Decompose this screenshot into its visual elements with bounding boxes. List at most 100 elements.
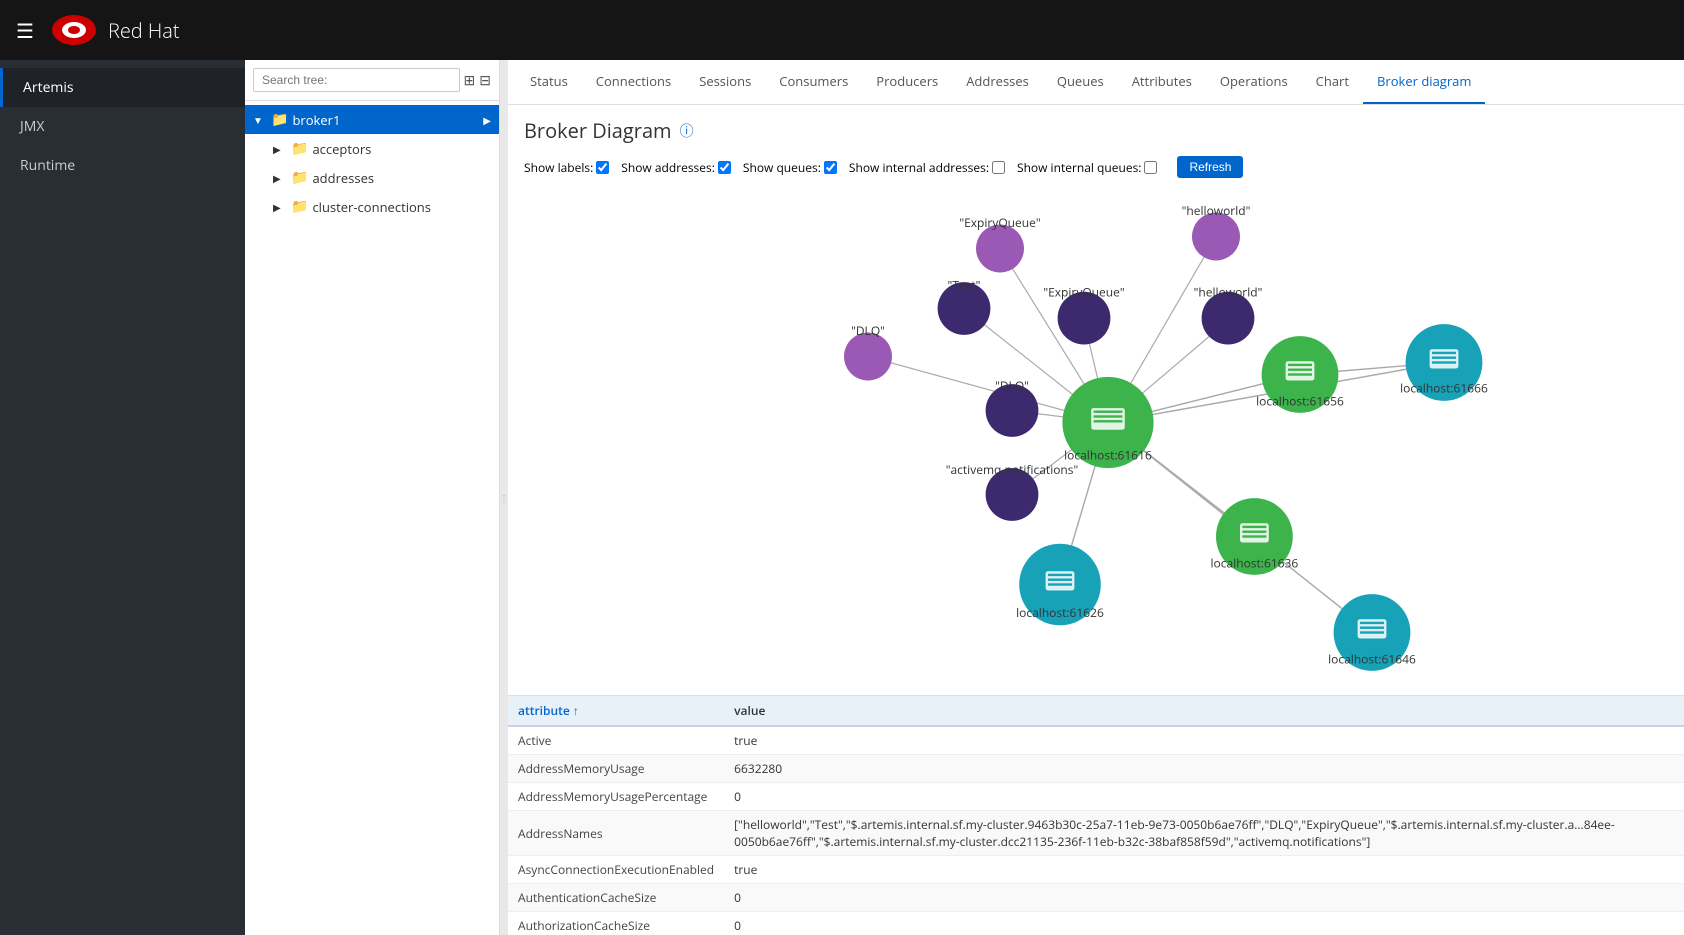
svg-text:localhost:61646: localhost:61646 bbox=[1328, 651, 1416, 668]
tree-arrow-addresses: ▶ bbox=[273, 171, 287, 185]
tree-node-addresses[interactable]: ▶ 📁 addresses bbox=[245, 163, 499, 192]
svg-text:"ExpiryQueue": "ExpiryQueue" bbox=[1043, 284, 1124, 301]
table-row: Activetrue bbox=[508, 726, 1684, 755]
table-row: AsyncConnectionExecutionEnabledtrue bbox=[508, 856, 1684, 884]
tree-label-cluster: cluster-connections bbox=[312, 198, 431, 216]
svg-text:"ExpiryQueue": "ExpiryQueue" bbox=[959, 214, 1040, 231]
tree-label-acceptors: acceptors bbox=[312, 140, 371, 158]
sidebar-item-jmx[interactable]: JMX bbox=[0, 107, 245, 146]
tree-panel: ⊞ ⊟ ▼ 📁 broker1 ▶ ▶ 📁 acceptors ▶ 📁 bbox=[245, 60, 500, 935]
tab-broker-diagram[interactable]: Broker diagram bbox=[1363, 60, 1485, 104]
show-internal-queues-checkbox[interactable] bbox=[1144, 161, 1157, 174]
sidebar: Artemis JMX Runtime bbox=[0, 60, 245, 935]
show-internal-queues-label: Show internal queues: bbox=[1017, 159, 1157, 176]
tab-addresses[interactable]: Addresses bbox=[952, 60, 1043, 104]
cell-attribute: Active bbox=[508, 726, 724, 755]
show-labels-label: Show labels: bbox=[524, 159, 609, 176]
broker-diagram-svg: "ExpiryQueue" "helloworld" "Test" "Expir… bbox=[508, 186, 1684, 695]
table-row: AuthorizationCacheSize0 bbox=[508, 912, 1684, 935]
tree-arrow-broker1: ▼ bbox=[253, 113, 267, 127]
tree-content: ▼ 📁 broker1 ▶ ▶ 📁 acceptors ▶ 📁 addresse… bbox=[245, 101, 499, 935]
tree-resizer[interactable]: ⋮ bbox=[500, 60, 508, 935]
search-input[interactable] bbox=[253, 68, 460, 92]
tab-sessions[interactable]: Sessions bbox=[685, 60, 765, 104]
diagram-header: Broker Diagram ⓘ bbox=[508, 105, 1684, 152]
svg-text:localhost:61616: localhost:61616 bbox=[1064, 447, 1152, 464]
cell-attribute: AuthenticationCacheSize bbox=[508, 884, 724, 912]
diagram-title: Broker Diagram bbox=[524, 117, 672, 144]
redhat-logo-icon bbox=[50, 12, 98, 48]
tab-producers[interactable]: Producers bbox=[862, 60, 952, 104]
svg-text:localhost:61656: localhost:61656 bbox=[1256, 393, 1344, 410]
svg-text:"helloworld": "helloworld" bbox=[1182, 202, 1251, 219]
tab-chart[interactable]: Chart bbox=[1302, 60, 1363, 104]
tab-attributes[interactable]: Attributes bbox=[1118, 60, 1206, 104]
tab-status[interactable]: Status bbox=[516, 60, 582, 104]
tree-arrow-acceptors: ▶ bbox=[273, 142, 287, 156]
tab-queues[interactable]: Queues bbox=[1043, 60, 1118, 104]
table-row: AuthenticationCacheSize0 bbox=[508, 884, 1684, 912]
diagram-svg-area: "ExpiryQueue" "helloworld" "Test" "Expir… bbox=[508, 186, 1684, 695]
tree-search-bar: ⊞ ⊟ bbox=[245, 60, 499, 101]
cell-value: 0 bbox=[724, 884, 1684, 912]
cell-value: ["helloworld","Test","$.artemis.internal… bbox=[724, 811, 1684, 856]
folder-icon-cluster: 📁 bbox=[291, 197, 308, 216]
tab-operations[interactable]: Operations bbox=[1206, 60, 1302, 104]
cell-value: 0 bbox=[724, 912, 1684, 935]
show-internal-addresses-checkbox[interactable] bbox=[992, 161, 1005, 174]
cell-attribute: AddressMemoryUsagePercentage bbox=[508, 783, 724, 811]
hamburger-menu[interactable]: ☰ bbox=[16, 17, 34, 44]
tab-connections[interactable]: Connections bbox=[582, 60, 685, 104]
show-queues-label: Show queues: bbox=[743, 159, 837, 176]
tree-nav-arrow: ▶ bbox=[483, 113, 491, 127]
folder-icon-acceptors: 📁 bbox=[291, 139, 308, 158]
tree-label-broker1: broker1 bbox=[292, 111, 340, 129]
attributes-table: attribute ↑ value ActivetrueAddressMemor… bbox=[508, 695, 1684, 935]
show-labels-checkbox[interactable] bbox=[596, 161, 609, 174]
refresh-button[interactable]: Refresh bbox=[1177, 156, 1243, 178]
cell-attribute: AddressMemoryUsage bbox=[508, 755, 724, 783]
show-queues-checkbox[interactable] bbox=[824, 161, 837, 174]
brand-name: Red Hat bbox=[108, 17, 180, 44]
table-row: AddressNames["helloworld","Test","$.arte… bbox=[508, 811, 1684, 856]
sidebar-item-artemis[interactable]: Artemis bbox=[0, 68, 245, 107]
show-addresses-label: Show addresses: bbox=[621, 159, 731, 176]
table-row: AddressMemoryUsage6632280 bbox=[508, 755, 1684, 783]
main-content: Status Connections Sessions Consumers Pr… bbox=[508, 60, 1684, 935]
svg-text:"DLQ": "DLQ" bbox=[995, 377, 1029, 394]
sidebar-item-runtime[interactable]: Runtime bbox=[0, 146, 245, 185]
tab-consumers[interactable]: Consumers bbox=[765, 60, 862, 104]
tree-node-acceptors[interactable]: ▶ 📁 acceptors bbox=[245, 134, 499, 163]
tree-collapse-icon[interactable]: ⊟ bbox=[479, 71, 491, 90]
cell-value: true bbox=[724, 856, 1684, 884]
tree-node-cluster-connections[interactable]: ▶ 📁 cluster-connections bbox=[245, 192, 499, 221]
cell-attribute: AddressNames bbox=[508, 811, 724, 856]
show-addresses-checkbox[interactable] bbox=[718, 161, 731, 174]
tree-arrow-cluster: ▶ bbox=[273, 200, 287, 214]
svg-text:"activemq.notifications": "activemq.notifications" bbox=[946, 461, 1079, 478]
folder-icon-broker1: 📁 bbox=[271, 110, 288, 129]
cell-value: true bbox=[724, 726, 1684, 755]
svg-text:"Test": "Test" bbox=[948, 276, 981, 293]
svg-text:"DLQ": "DLQ" bbox=[851, 322, 885, 339]
diagram-help-icon[interactable]: ⓘ bbox=[680, 121, 694, 141]
col-attribute[interactable]: attribute ↑ bbox=[508, 696, 724, 726]
cell-attribute: AuthorizationCacheSize bbox=[508, 912, 724, 935]
tree-node-broker1[interactable]: ▼ 📁 broker1 ▶ bbox=[245, 105, 499, 134]
tree-expand-icon[interactable]: ⊞ bbox=[464, 71, 476, 90]
diagram-container: Broker Diagram ⓘ Show labels: Show addre… bbox=[508, 105, 1684, 935]
svg-text:localhost:61626: localhost:61626 bbox=[1016, 604, 1104, 621]
diagram-controls: Show labels: Show addresses: Show queues… bbox=[508, 152, 1684, 186]
col-value[interactable]: value bbox=[724, 696, 1684, 726]
cell-value: 0 bbox=[724, 783, 1684, 811]
svg-text:localhost:61666: localhost:61666 bbox=[1400, 380, 1488, 397]
tree-search-icons: ⊞ ⊟ bbox=[464, 71, 491, 90]
folder-icon-addresses: 📁 bbox=[291, 168, 308, 187]
main-layout: Artemis JMX Runtime ⊞ ⊟ ▼ 📁 broker1 ▶ bbox=[0, 60, 1684, 935]
cell-value: 6632280 bbox=[724, 755, 1684, 783]
brand-logo: Red Hat bbox=[50, 12, 180, 48]
tab-bar: Status Connections Sessions Consumers Pr… bbox=[508, 60, 1684, 105]
topnav: ☰ Red Hat bbox=[0, 0, 1684, 60]
svg-text:"helloworld": "helloworld" bbox=[1194, 284, 1263, 301]
tree-label-addresses: addresses bbox=[312, 169, 374, 187]
